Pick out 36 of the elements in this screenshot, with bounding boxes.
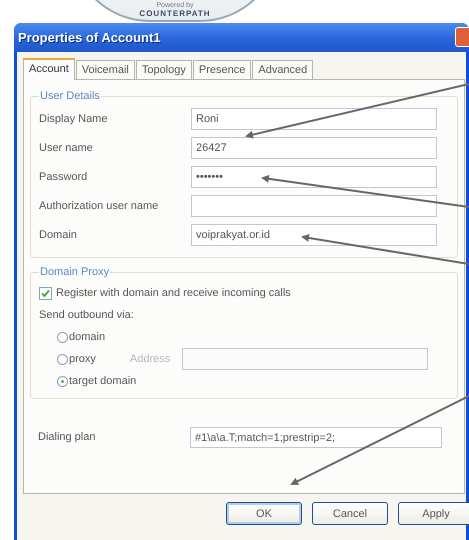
field-label: Authorization user name (39, 200, 160, 212)
tab[interactable]: Advanced (252, 60, 314, 79)
close-button[interactable] (455, 27, 469, 47)
radio-button[interactable] (57, 332, 68, 342)
input-field[interactable]: 26427 (191, 136, 437, 158)
dialog-button[interactable]: Cancel (312, 502, 388, 525)
field-label: Dialing plan (38, 431, 96, 443)
field-label: Password (39, 170, 88, 182)
input-field[interactable]: voiprakyat.or.id (191, 224, 437, 246)
input-field[interactable]: #1\a\a.T;match=1;prestrip=2; (190, 426, 442, 448)
group-title: Domain Proxy (39, 266, 110, 278)
dialog-button[interactable]: OK (226, 502, 302, 525)
radio-button[interactable] (57, 354, 68, 364)
address-label: Address (130, 353, 172, 365)
radio-label[interactable]: target domain (69, 375, 136, 387)
dialog-button[interactable]: Apply (398, 502, 469, 525)
field-label: Domain (39, 228, 78, 240)
tab[interactable]: Presence (192, 60, 252, 79)
address-field[interactable] (182, 348, 428, 370)
window-title: Properties of Account1 (18, 30, 161, 45)
logo-brand: COUNTERPATH (139, 9, 211, 18)
radio-label[interactable]: proxy (69, 353, 96, 365)
tab[interactable]: Topology (136, 60, 192, 79)
input-field[interactable]: ••••••• (191, 166, 437, 188)
tab[interactable]: Voicemail (76, 60, 135, 79)
checkbox[interactable] (39, 286, 52, 300)
field-label: User name (39, 142, 94, 154)
checkbox-label[interactable]: Register with domain and receive incoming calls (56, 287, 291, 299)
radio-label[interactable]: domain (69, 331, 106, 343)
section-label: Send outbound via: (39, 309, 134, 321)
field-label: Display Name (39, 112, 108, 124)
group-title: User Details (39, 90, 101, 102)
radio-button[interactable] (57, 376, 68, 386)
tab[interactable]: Account (23, 58, 75, 80)
input-field[interactable] (191, 194, 437, 216)
input-field[interactable]: Roni (191, 108, 437, 130)
